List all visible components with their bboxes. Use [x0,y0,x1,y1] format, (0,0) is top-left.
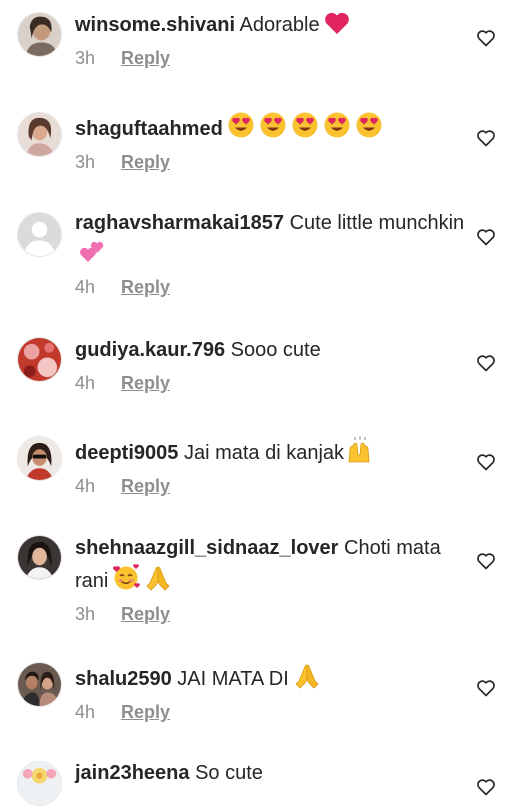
comment-meta: 4h Reply [75,474,470,498]
comment-text: shaguftaahmed [75,111,470,144]
like-heart-icon[interactable] [476,128,496,148]
profile-photo-icon [18,338,61,381]
like-heart-icon[interactable] [476,452,496,472]
avatar[interactable] [17,337,62,382]
comment-timestamp: 4h [75,702,96,722]
comment-text: raghavsharmakai1857 Cute little munchkin [75,209,470,269]
comment-meta: 3h Reply [75,46,470,70]
comment-text: jain23heena So cute [75,759,470,788]
comment-message: Cute little munchkin [289,212,465,234]
avatar[interactable] [17,212,62,257]
heart-eyes-icon [291,111,319,139]
comment-username[interactable]: winsome.shivani [75,14,235,36]
heart-eyes-icon [227,111,255,139]
comment-username[interactable]: shaguftaahmed [75,118,223,140]
profile-photo-icon [18,536,61,579]
comment-message: So cute [195,762,263,784]
comment-text: deepti9005 Jai mata di kanjak [75,435,470,468]
reply-button[interactable]: Reply [121,700,170,724]
comment-timestamp: 4h [75,373,96,393]
comment-list: winsome.shivani Adorable 3h Reply shaguft… [0,0,525,806]
comment-meta: 4h Reply [75,371,470,395]
heart-eyes-icon [323,111,351,139]
comment-text: shalu2590 JAI MATA DI [75,661,470,694]
comment-text: winsome.shivani Adorable [75,11,470,40]
profile-photo-icon [18,762,61,805]
folded-hands-icon [144,563,172,591]
heart-eyes-icon [259,111,287,139]
avatar[interactable] [17,112,62,157]
default-avatar-icon [18,213,61,256]
raising-hands-icon [345,435,375,463]
like-heart-icon[interactable] [476,551,496,571]
folded-hands-icon [293,661,321,689]
profile-photo-icon [18,13,61,56]
comment-meta: 3h Reply [75,150,470,174]
comment-timestamp: 3h [75,604,96,624]
comment-timestamp: 3h [75,48,96,68]
comment-message: Sooo cute [230,339,321,361]
comment-username[interactable]: gudiya.kaur.796 [75,339,225,361]
comment-username[interactable]: raghavsharmakai1857 [75,212,284,234]
profile-photo-icon [18,113,61,156]
comment-text: gudiya.kaur.796 Sooo cute [75,336,470,365]
reply-button[interactable]: Reply [121,275,170,299]
comment-meta: 4h Reply [75,275,470,299]
like-heart-icon[interactable] [476,227,496,247]
avatar[interactable] [17,662,62,707]
red-heart-icon [324,11,350,35]
comment-message: Jai mata di kanjak [183,442,345,464]
avatar[interactable] [17,761,62,806]
like-heart-icon[interactable] [476,678,496,698]
comment-timestamp: 3h [75,152,96,172]
reply-button[interactable]: Reply [121,474,170,498]
comment-timestamp: 4h [75,277,96,297]
comment-message: Adorable [239,14,320,36]
reply-button[interactable]: Reply [121,150,170,174]
two-hearts-icon [79,238,105,264]
comment-username[interactable]: shehnaazgill_sidnaaz_lover [75,537,338,559]
like-heart-icon[interactable] [476,777,496,797]
comment-username[interactable]: shalu2590 [75,668,172,690]
comment-username[interactable]: deepti9005 [75,442,178,464]
comment-meta: 4h Reply [75,700,470,724]
like-heart-icon[interactable] [476,353,496,373]
smiling-face-with-hearts-icon [112,563,141,591]
comment-username[interactable]: jain23heena [75,762,190,784]
comment-message: JAI MATA DI [177,668,289,690]
profile-photo-icon [18,437,61,480]
like-heart-icon[interactable] [476,28,496,48]
avatar[interactable] [17,12,62,57]
profile-photo-icon [18,663,61,706]
comment-text: shehnaazgill_sidnaaz_lover Choti mata ra… [75,534,470,596]
heart-eyes-icon [355,111,383,139]
reply-button[interactable]: Reply [121,602,170,626]
reply-button[interactable]: Reply [121,371,170,395]
comment-meta: 3h Reply [75,602,470,626]
reply-button[interactable]: Reply [121,46,170,70]
comment-timestamp: 4h [75,476,96,496]
avatar[interactable] [17,535,62,580]
avatar[interactable] [17,436,62,481]
